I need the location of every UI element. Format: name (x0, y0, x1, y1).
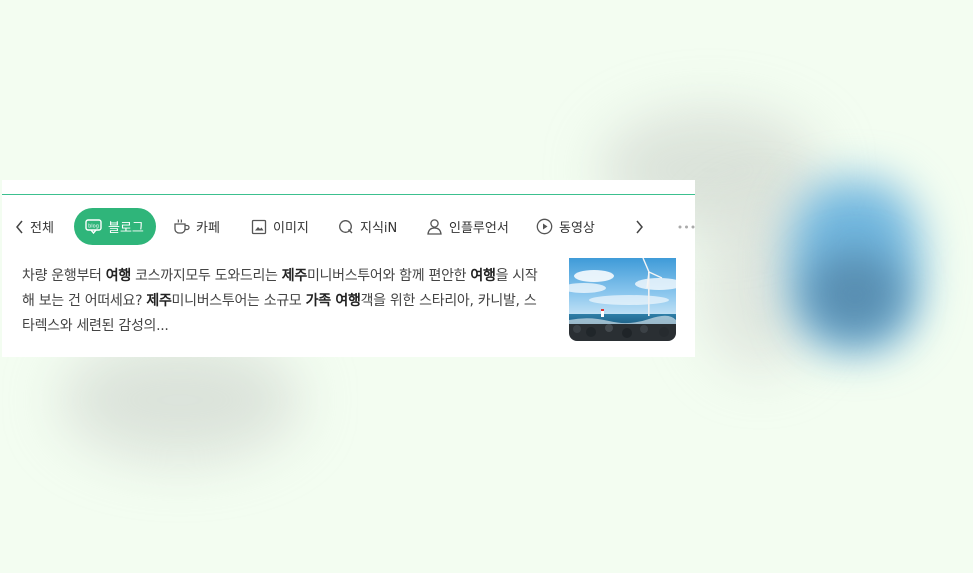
tab-influencer[interactable]: 인플루언서 (426, 208, 509, 245)
tab-all-label: 전체 (30, 221, 54, 236)
keyword-highlight: 여행 (470, 268, 496, 284)
tab-image[interactable]: 이미지 (251, 208, 309, 245)
background-blur (60, 340, 300, 460)
chevron-right-icon (635, 220, 644, 234)
person-icon (426, 218, 443, 235)
snippet-line: 타렉스와 세련된 감성의... (22, 314, 552, 339)
tab-kin[interactable]: 지식iN (338, 208, 397, 245)
blog-icon: blog (85, 219, 102, 234)
tab-blog[interactable]: blog 블로그 (74, 208, 156, 245)
snippet-text: 해 보는 건 어떠세요? (22, 293, 147, 309)
image-icon (251, 219, 267, 235)
more-button[interactable] (678, 208, 695, 245)
snippet-line: 해 보는 건 어떠세요? 제주미니버스투어는 소규모 가족 여행객을 위한 스타… (22, 289, 552, 314)
search-tabs: 전체 blog 블로그 카페 이미지 지식iN 인플루언서 동영상 (2, 208, 695, 245)
snippet-text: 을 시작 (495, 268, 538, 284)
svg-text:blog: blog (88, 224, 99, 230)
snippet-text: 타렉스와 세련된 감성의... (22, 318, 169, 334)
tab-video[interactable]: 동영상 (536, 208, 595, 245)
tab-influencer-label: 인플루언서 (449, 221, 509, 236)
tab-all[interactable]: 전체 (15, 208, 54, 245)
background-blur-dark (805, 250, 905, 340)
tab-image-label: 이미지 (273, 221, 309, 236)
keyword-highlight: 여행 (105, 268, 131, 284)
tab-video-label: 동영상 (559, 221, 595, 236)
next-tabs-button[interactable] (635, 208, 644, 245)
tab-blog-label: 블로그 (108, 221, 144, 236)
tab-cafe-label: 카페 (196, 221, 220, 236)
tab-kin-label: 지식iN (360, 221, 398, 236)
result-thumbnail[interactable] (569, 258, 676, 341)
cafe-cup-icon (172, 218, 190, 235)
snippet-text: 미니버스투어와 함께 편안한 (306, 268, 471, 284)
more-dots-icon (678, 224, 695, 230)
snippet-text: 미니버스투어는 소규모 (171, 293, 306, 309)
tab-cafe[interactable]: 카페 (172, 208, 220, 245)
play-icon (536, 218, 553, 235)
keyword-highlight: 제주 (146, 293, 172, 309)
keyword-highlight: 가족 여행 (305, 293, 361, 309)
result-snippet[interactable]: 차량 운행부터 여행 코스까지모두 도와드리는 제주미니버스투어와 함께 편안한… (22, 264, 552, 339)
accent-divider (2, 194, 695, 195)
snippet-text: 차량 운행부터 (22, 268, 106, 284)
chevron-left-icon (15, 220, 24, 234)
search-result-card: 전체 blog 블로그 카페 이미지 지식iN 인플루언서 동영상 차량 운행부… (2, 180, 695, 357)
search-q-icon (338, 219, 354, 235)
snippet-text: 객을 위한 스타리아, 카니발, 스 (360, 293, 537, 309)
snippet-line: 차량 운행부터 여행 코스까지모두 도와드리는 제주미니버스투어와 함께 편안한… (22, 264, 552, 289)
snippet-text: 코스까지모두 도와드리는 (130, 268, 282, 284)
keyword-highlight: 제주 (281, 268, 307, 284)
